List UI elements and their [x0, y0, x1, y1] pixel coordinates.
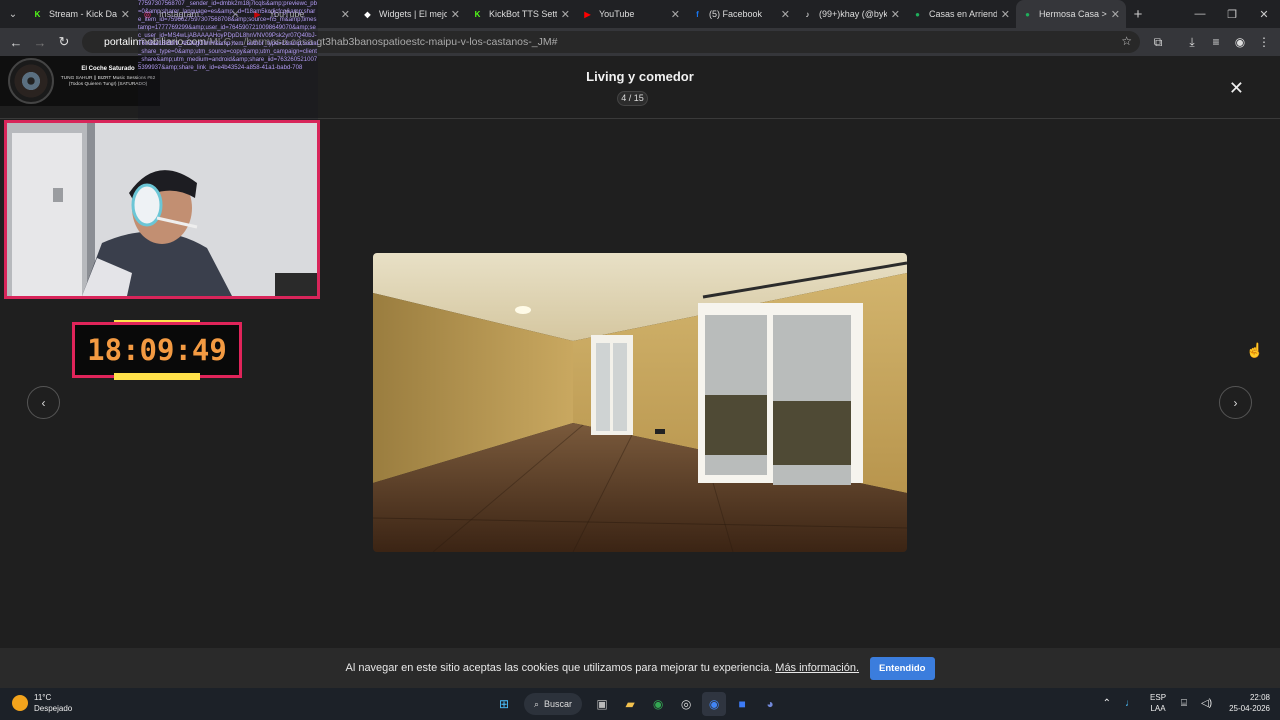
window-controls: — ❐ ✕: [1184, 0, 1280, 28]
tab-close-icon[interactable]: ✕: [561, 8, 570, 21]
tab-title: Stream - Kick Dashboard: [49, 9, 117, 19]
app-blue-icon[interactable]: ■: [730, 692, 754, 716]
chat-overlay-text: 77597307568707 _sender_id=dmbk2m18j7lcql…: [138, 0, 318, 120]
gallery-close-icon[interactable]: ✕: [1229, 78, 1244, 99]
minimize-icon[interactable]: —: [1184, 0, 1216, 28]
now-playing-overlay: El Coche Saturado TUNG SAHUR || BIZRT Mu…: [0, 56, 160, 106]
tab-title: YouTube: [599, 9, 635, 19]
browser-tab[interactable]: ● Hermosa Casa > 3 ✕: [1016, 0, 1126, 28]
file-explorer-icon[interactable]: ▰: [618, 692, 642, 716]
mouse-pointer-icon: ☝: [1246, 342, 1264, 358]
tab-favicon-icon: f: [696, 9, 699, 19]
start-windows-icon[interactable]: ⊞: [492, 692, 516, 716]
weather-temperature: 11°C: [34, 693, 52, 702]
network-icon[interactable]: ⌸: [1181, 698, 1187, 709]
taskbar-apps: ⊞ ⌕ Buscar ▣ ▰ ◉ ◎ ◉ ■ ◕: [490, 692, 784, 716]
tab-title: Widgets | El mejor: [379, 9, 447, 19]
volume-icon[interactable]: ◁): [1201, 698, 1212, 709]
taskbar-search-label: Buscar: [544, 699, 573, 709]
clock-bar-bottom: [114, 373, 200, 380]
tab-close-icon[interactable]: ✕: [891, 8, 900, 21]
cookie-message: Al navegar en este sitio aceptas las coo…: [345, 662, 773, 674]
tab-close-icon[interactable]: ✕: [781, 8, 790, 21]
taskbar-search[interactable]: ⌕ Buscar: [524, 693, 583, 715]
close-window-icon[interactable]: ✕: [1248, 0, 1280, 28]
browser-tab[interactable]: K Stream - Kick Dashboard ✕: [26, 0, 136, 28]
task-view-icon[interactable]: ▣: [590, 692, 614, 716]
language-indicator[interactable]: ESP LAA: [1150, 692, 1166, 714]
clock-date[interactable]: 22:08 25-04-2026: [1229, 692, 1270, 714]
download-icon[interactable]: ⤓: [1180, 35, 1204, 50]
tab-close-icon[interactable]: ✕: [671, 8, 680, 21]
tab-favicon-icon: ●: [1025, 9, 1030, 19]
toolbar-icons: ⧉ ⤓ ≡ ◉ ⋮: [1146, 28, 1276, 56]
search-icon: ⌕: [534, 698, 540, 709]
tab-favicon-icon: ●: [915, 9, 920, 19]
gallery-next-button[interactable]: ›: [1219, 386, 1252, 419]
browser-tab[interactable]: K KickBot TTS Settings ✕: [466, 0, 576, 28]
reload-icon[interactable]: ↻: [52, 30, 76, 54]
browser-tab[interactable]: f (5) Facebook ✕: [686, 0, 796, 28]
language-bottom: LAA: [1150, 704, 1166, 713]
tab-close-icon[interactable]: ✕: [121, 8, 130, 21]
tab-title: Casas en Arriendo: [929, 9, 997, 19]
bookmark-star-icon[interactable]: ☆: [1121, 34, 1132, 48]
chrome-icon[interactable]: ◉: [646, 692, 670, 716]
tab-title: (99+)khay (@bykhay: [819, 9, 887, 19]
forward-icon[interactable]: →: [28, 30, 52, 54]
stream-clock: 18:09:49: [72, 322, 242, 378]
menu-kebab-icon[interactable]: ⋮: [1252, 35, 1276, 49]
media-control-icon[interactable]: ≡: [1204, 35, 1228, 49]
back-icon[interactable]: ←: [4, 30, 28, 54]
stream-clock-overlay: 18:09:49: [72, 320, 242, 380]
browser-tab[interactable]: ● Casas en Arriendo ✕: [906, 0, 1016, 28]
tab-title: Hermosa Casa > 3: [1039, 9, 1107, 19]
chrome-active-icon[interactable]: ◉: [702, 692, 727, 716]
taskbar-time: 22:08: [1249, 693, 1270, 702]
cookie-banner: Al navegar en este sitio aceptas las coo…: [0, 648, 1280, 688]
browser-tab[interactable]: ▶ YouTube ✕: [576, 0, 686, 28]
weather-widget[interactable]: 11°C Despejado: [12, 692, 72, 714]
gallery-prev-button[interactable]: ‹: [27, 386, 60, 419]
webcam-feed: [7, 123, 317, 296]
webcam-overlay: [4, 120, 320, 299]
tab-favicon-icon: K: [34, 9, 41, 19]
tab-close-icon[interactable]: ✕: [341, 8, 350, 21]
tab-title: (5) Facebook: [709, 9, 763, 19]
sun-icon: [12, 695, 28, 711]
album-art-disc-icon: [8, 58, 54, 104]
extensions-icon[interactable]: ⧉: [1146, 35, 1170, 50]
gallery-counter: 4 / 15: [617, 91, 648, 106]
cookie-accept-button[interactable]: Entendido: [870, 656, 935, 680]
tab-favicon-icon: ♪: [805, 9, 810, 19]
language-top: ESP: [1150, 693, 1167, 702]
obs-icon[interactable]: ◎: [674, 692, 698, 716]
cookie-more-info-link[interactable]: Más información.: [775, 662, 859, 674]
weather-condition: Despejado: [34, 704, 73, 713]
profile-avatar-icon[interactable]: ◉: [1228, 35, 1252, 49]
tray-chevron-up-icon[interactable]: ⌃: [1103, 698, 1111, 709]
tab-close-icon[interactable]: ✕: [1001, 8, 1010, 21]
tab-close-icon[interactable]: ✕: [451, 8, 460, 21]
tab-favicon-icon: ▶: [584, 9, 591, 19]
discord-icon[interactable]: ◕: [758, 692, 782, 716]
microphone-icon[interactable]: ♩: [1125, 698, 1135, 709]
browser-tab[interactable]: ♪ (99+)khay (@bykhay ✕: [796, 0, 906, 28]
gallery-photo: [373, 253, 907, 552]
system-tray: ⌃ ♩ ESP LAA ⌸ ◁) 22:08 25-04-2026: [1096, 692, 1270, 714]
new-tab-button[interactable]: +: [1126, 6, 1150, 23]
taskbar-date: 25-04-2026: [1229, 704, 1270, 713]
tab-search-chevron-icon[interactable]: ⌄: [0, 0, 26, 28]
living-room-photo: [373, 253, 907, 552]
tab-close-icon[interactable]: ✕: [1111, 8, 1120, 21]
browser-tab[interactable]: ◆ Widgets | El mejor ✕: [356, 0, 466, 28]
tab-favicon-icon: K: [474, 9, 481, 19]
tab-title: KickBot TTS Settings: [489, 9, 557, 19]
tab-favicon-icon: ◆: [364, 9, 371, 19]
windows-taskbar: 11°C Despejado ⊞ ⌕ Buscar ▣ ▰ ◉ ◎ ◉ ■ ◕ ⌃…: [0, 688, 1280, 720]
restore-icon[interactable]: ❐: [1216, 0, 1248, 28]
